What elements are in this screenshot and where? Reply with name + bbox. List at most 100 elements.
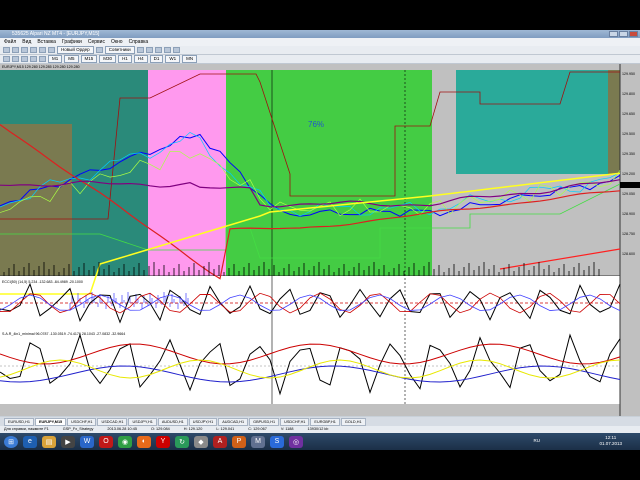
word-icon[interactable]: W [80, 435, 94, 448]
status-close: C: 129.067 [248, 427, 267, 431]
tf-m15[interactable]: M15 [80, 55, 98, 63]
line-chart-icon[interactable] [154, 47, 162, 53]
symbol-tab[interactable]: USDCHF,H1 [67, 417, 97, 426]
menu-file[interactable]: Файл [4, 38, 16, 46]
cursor-icon[interactable] [3, 56, 10, 62]
chart-window[interactable]: EURJPY,M15 129.280 129.285 129.280 129.2… [0, 64, 640, 443]
language-indicator[interactable]: RU [534, 438, 541, 443]
tester-icon[interactable] [48, 47, 55, 53]
price-tick-label: 129.950 [622, 72, 635, 76]
zone-olive [0, 124, 72, 276]
clock-date: 01.07.2013 [599, 441, 622, 446]
status-volume: V: 1188 [280, 427, 294, 431]
chrome-icon[interactable]: ◉ [118, 435, 132, 448]
clock[interactable]: 12:11 01.07.2013 [599, 435, 622, 447]
symbol-tab[interactable]: EURJPY,M15 [34, 417, 67, 426]
symbol-tab-bar: EURUSD,H1 EURJPY,M15 USDCHF,H1 USDCAD,H1 USD… [0, 417, 640, 426]
drawing-toolbar: M1 M5 M15 M30 H1 H4 D1 W1 MN [0, 55, 640, 64]
main-toolbar: Новый Ордер Советники [0, 46, 640, 55]
window-controls [609, 31, 638, 37]
menu-charts[interactable]: Графики [62, 38, 82, 46]
symbol-tab[interactable]: EURGBP,H1 [310, 417, 340, 426]
tf-d1[interactable]: D1 [149, 55, 164, 63]
symbol-tab[interactable]: USDCHF,H1 [280, 417, 310, 426]
price-tick-label: 128.900 [622, 212, 635, 216]
symbol-tab[interactable]: USDCAD,H1 [97, 417, 128, 426]
price-tick-label: 128.750 [622, 232, 635, 236]
price-tick-label: 128.600 [622, 252, 635, 256]
symbol-tab[interactable]: EURUSD,H1 [4, 417, 34, 426]
zoom-in-icon[interactable] [163, 47, 171, 53]
candle-chart-icon[interactable] [145, 47, 153, 53]
powerpoint-icon[interactable]: P [232, 435, 246, 448]
symbol-tab[interactable]: USDJPY,H1 [128, 417, 157, 426]
tf-m30[interactable]: M30 [99, 55, 117, 63]
app-icon[interactable]: ◆ [194, 435, 208, 448]
ie-icon[interactable]: e [23, 435, 37, 448]
metaeditor-icon[interactable] [95, 47, 103, 53]
explorer-icon[interactable]: ▤ [42, 435, 56, 448]
new-chart-icon[interactable] [3, 47, 10, 53]
pdf-icon[interactable]: A [213, 435, 227, 448]
symbol-tab[interactable]: GBPUSD,H1 [249, 417, 280, 426]
price-chart[interactable] [0, 64, 640, 416]
metatrader-icon[interactable]: M [251, 435, 265, 448]
indicator2-label: S.A.R_4in1_minimal 96.0787 -130.0519 -74… [2, 332, 126, 336]
tf-m1[interactable]: M1 [48, 55, 63, 63]
zone-green [226, 70, 380, 276]
status-bar: Для справки, нажмите F1 GSP_Fx_Strategy … [0, 426, 640, 433]
tf-h1[interactable]: H1 [118, 55, 132, 63]
window-titlebar: 535625 Alpari NZ MT4 - [EURJPY,M15] [0, 30, 640, 38]
letterbox-bottom [0, 450, 640, 480]
vertical-line-icon[interactable] [21, 56, 28, 62]
tf-mn[interactable]: MN [182, 55, 198, 63]
start-button[interactable]: ⊞ [4, 435, 18, 448]
tf-m5[interactable]: M5 [64, 55, 79, 63]
menu-insert[interactable]: Вставка [37, 38, 56, 46]
menu-help[interactable]: Справка [129, 38, 149, 46]
tf-h4[interactable]: H4 [133, 55, 148, 63]
current-price-marker [620, 182, 640, 188]
taskbar: ⊞ e ▤ ▶ W O ◉ ◐ Y ↻ ◆ A P M S ◎ RU 12:11… [0, 433, 640, 450]
symbol-tab[interactable]: GOLD,H1 [340, 417, 366, 426]
trendline-icon[interactable] [39, 56, 46, 62]
status-datetime: 2013.06.28 10:45 [107, 427, 137, 431]
maximize-button[interactable] [619, 31, 628, 37]
percent-label: 76% [308, 120, 325, 129]
menu-bar: Файл Вид Вставка Графики Сервис Окно Спр… [0, 38, 640, 46]
zoom-out-icon[interactable] [172, 47, 180, 53]
menu-tools[interactable]: Сервис [88, 38, 105, 46]
profiles-icon[interactable] [12, 47, 19, 53]
minimize-button[interactable] [609, 31, 618, 37]
menu-window[interactable]: Окно [111, 38, 123, 46]
symbol-tab[interactable]: AUDCAD,H1 [218, 417, 249, 426]
market-watch-icon[interactable] [21, 47, 28, 53]
zone-teal-right [456, 70, 608, 174]
desktop-screen: 535625 Alpari NZ MT4 - [EURJPY,M15] Файл… [0, 30, 640, 450]
letterbox-top [0, 0, 640, 30]
symbol-tab[interactable]: AUDUSD,H1 [157, 417, 188, 426]
player-icon[interactable]: ◎ [289, 435, 303, 448]
firefox-icon[interactable]: ◐ [137, 435, 151, 448]
navigator-icon[interactable] [30, 47, 37, 53]
status-profile: GSP_Fx_Strategy [62, 427, 94, 431]
terminal-icon[interactable] [39, 47, 46, 53]
advisors-button[interactable]: Советники [104, 46, 135, 54]
new-order-button[interactable]: Новый Ордер [57, 46, 94, 54]
horizontal-line-icon[interactable] [30, 56, 37, 62]
opera-icon[interactable]: O [99, 435, 113, 448]
bar-chart-icon[interactable] [136, 47, 144, 53]
media-icon[interactable]: ▶ [61, 435, 75, 448]
tf-w1[interactable]: W1 [165, 55, 181, 63]
close-button[interactable] [629, 31, 638, 37]
window-title: 535625 Alpari NZ MT4 - [EURJPY,M15] [12, 31, 100, 37]
menu-view[interactable]: Вид [22, 38, 31, 46]
status-traffic: 13930/12 kb [307, 427, 329, 431]
price-tick-label: 129.050 [622, 192, 635, 196]
skype-icon[interactable]: S [270, 435, 284, 448]
crosshair-icon[interactable] [12, 56, 19, 62]
refresh-icon[interactable]: ↻ [175, 435, 189, 448]
yandex-icon[interactable]: Y [156, 435, 170, 448]
chart-symbol-info: EURJPY,M15 129.280 129.285 129.280 129.2… [2, 65, 80, 69]
symbol-tab[interactable]: USDJPY,H1 [188, 417, 218, 426]
